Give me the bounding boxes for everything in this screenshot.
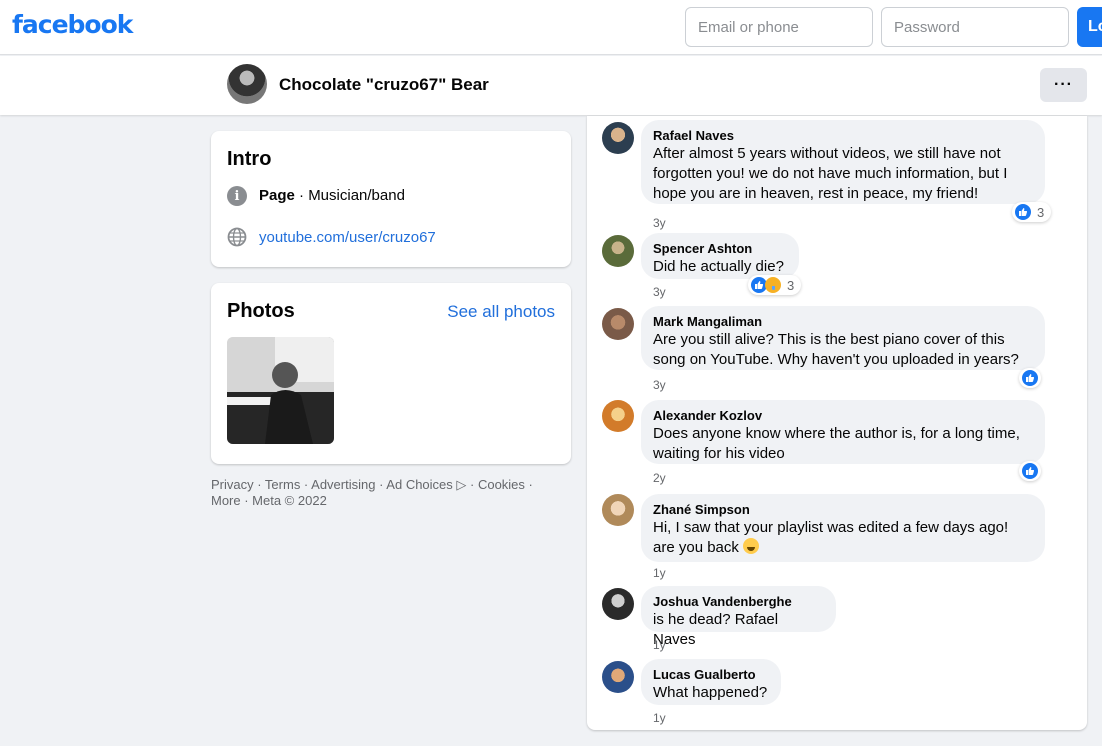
comment-bubble: Zhané Simpson Hi, I saw that your playli… (641, 494, 1045, 562)
comment-bubble: Rafael Naves After almost 5 years withou… (641, 120, 1045, 204)
grinning-emoji-icon (743, 538, 760, 554)
comment-timestamp[interactable]: 2y (653, 471, 666, 485)
comment-text: Are you still alive? This is the best pi… (653, 331, 1019, 368)
more-options-button[interactable]: ··· (1040, 68, 1087, 102)
comment-author[interactable]: Alexander Kozlov (653, 408, 1033, 424)
page-category: Page · Musician/band (259, 187, 405, 204)
page-title[interactable]: Chocolate "cruzo67" Bear (279, 75, 489, 95)
intro-title: Intro (227, 148, 272, 170)
comment-timestamp[interactable]: 1y (653, 638, 666, 652)
avatar[interactable] (602, 235, 634, 267)
login-button[interactable]: Log In (1077, 7, 1102, 47)
comment-bubble: Lucas Gualberto What happened? (641, 659, 781, 705)
comment-author[interactable]: Zhané Simpson (653, 502, 1033, 518)
like-icon (1022, 370, 1038, 386)
avatar[interactable] (602, 122, 634, 154)
comments-panel: Rafael Naves After almost 5 years withou… (587, 116, 1087, 730)
footer-links: Privacy · Terms · Advertising · Ad Choic… (211, 477, 571, 509)
globe-icon (227, 227, 247, 247)
comment-text: What happened? (653, 684, 768, 701)
see-all-photos-link[interactable]: See all photos (447, 302, 555, 322)
like-icon (1022, 463, 1038, 479)
comment-timestamp[interactable]: 3y (653, 216, 666, 230)
comment-author[interactable]: Joshua Vandenberghe (653, 594, 824, 610)
comment-timestamp[interactable]: 3y (653, 285, 666, 299)
comment-author[interactable]: Rafael Naves (653, 128, 1033, 144)
comment-author[interactable]: Mark Mangaliman (653, 314, 1033, 330)
comment-timestamp[interactable]: 1y (653, 711, 666, 725)
top-navigation-bar: facebook Log In (0, 0, 1102, 55)
comment-timestamp[interactable]: 1y (653, 566, 666, 580)
reaction-count[interactable] (1019, 461, 1041, 481)
page-avatar[interactable] (227, 64, 267, 104)
password-input[interactable] (881, 7, 1069, 47)
email-input[interactable] (685, 7, 873, 47)
comment-text: After almost 5 years without videos, we … (653, 145, 1008, 202)
comment-text: Does anyone know where the author is, fo… (653, 425, 1020, 462)
comment-bubble: Mark Mangaliman Are you still alive? Thi… (641, 306, 1045, 370)
intro-card: Intro i Page · Musician/band youtube.com… (211, 131, 571, 267)
facebook-logo[interactable]: facebook (12, 10, 133, 39)
info-icon: i (227, 186, 247, 206)
comment-author[interactable]: Spencer Ashton (653, 241, 787, 257)
comment-text: is he dead? Rafael Naves (653, 611, 779, 648)
footer-line-2[interactable]: More · Meta © 2022 (211, 493, 571, 509)
comment-bubble: Joshua Vandenberghe is he dead? Rafael N… (641, 586, 836, 648)
avatar[interactable] (602, 494, 634, 526)
page-label: Page (259, 187, 295, 204)
website-link[interactable]: youtube.com/user/cruzo67 (259, 229, 436, 246)
avatar[interactable] (602, 400, 634, 432)
footer-line-1[interactable]: Privacy · Terms · Advertising · Ad Choic… (211, 477, 571, 493)
page-header: Chocolate "cruzo67" Bear ··· (0, 56, 1102, 115)
comment-text-body: Hi, I saw that your playlist was edited … (653, 519, 1009, 556)
avatar[interactable] (602, 308, 634, 340)
more-icon: ··· (1054, 76, 1073, 93)
comment-timestamp[interactable]: 3y (653, 378, 666, 392)
photo-thumbnail[interactable] (227, 337, 334, 444)
category-label: · Musician/band (294, 187, 405, 204)
reaction-count[interactable]: 3 (748, 275, 802, 295)
avatar[interactable] (602, 661, 634, 693)
avatar[interactable] (602, 588, 634, 620)
comment-author[interactable]: Lucas Gualberto (653, 667, 769, 683)
comment-text: Hi, I saw that your playlist was edited … (653, 518, 1033, 558)
comment-bubble: Spencer Ashton Did he actually die? (641, 233, 799, 279)
sad-reaction-icon (765, 277, 781, 293)
reaction-count[interactable]: 3 (1012, 202, 1052, 222)
comment-text: Did he actually die? (653, 258, 784, 275)
photos-card: Photos See all photos (211, 283, 571, 464)
reaction-count-label: 3 (787, 277, 795, 293)
reaction-count[interactable] (1019, 368, 1041, 388)
photos-title: Photos (227, 300, 295, 322)
comment-bubble: Alexander Kozlov Does anyone know where … (641, 400, 1045, 464)
reaction-count-label: 3 (1037, 204, 1045, 220)
like-icon (1015, 204, 1031, 220)
photo-image (227, 337, 334, 444)
